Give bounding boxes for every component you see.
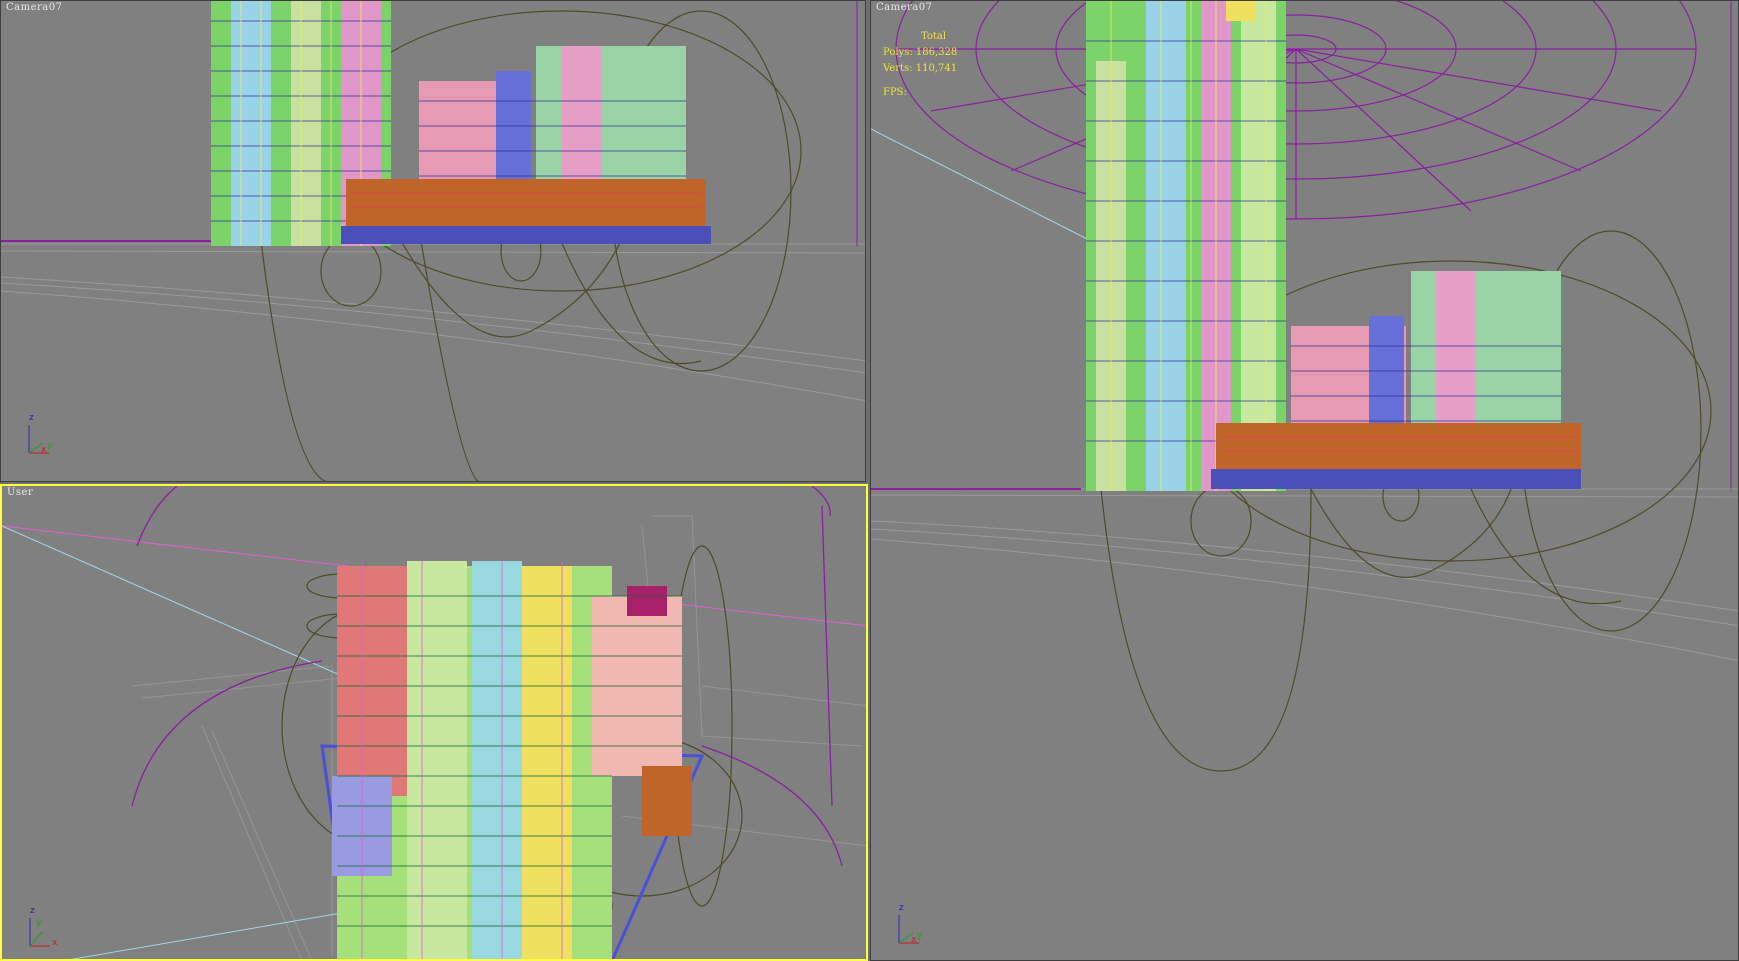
viewport-camera-right[interactable]: Camera07 Total Polys: 186,328 Verts: 110… — [870, 0, 1739, 961]
building-tower-left — [1086, 1, 1286, 491]
stats-polys-label: Polys: — [883, 47, 913, 58]
axis-y-label: y — [47, 441, 53, 451]
stats-total-label: Total — [921, 31, 947, 42]
stats-polys-value: 186,328 — [915, 47, 958, 58]
ground-lines — [871, 520, 1738, 662]
axis-z-label: z — [29, 413, 34, 423]
axis-x-label: x — [52, 938, 58, 948]
axis-x-label: x — [41, 445, 47, 455]
viewport-scene-wireframe — [2, 486, 866, 959]
axis-z-label: z — [899, 903, 904, 913]
building-cluster-mid — [341, 46, 711, 244]
viewport-scene-wireframe — [1, 1, 865, 481]
axis-z-label: z — [30, 906, 35, 916]
stats-verts-row: Verts: 110,741 — [883, 61, 957, 77]
stats-verts-label: Verts: — [883, 63, 913, 74]
viewport-label[interactable]: User — [7, 487, 33, 498]
axis-gizmo: z y x — [24, 906, 64, 950]
viewport-camera-top-left[interactable]: Camera07 z y x — [0, 0, 866, 482]
viewport-scene-wireframe — [871, 1, 1738, 772]
ground-lines — [1, 243, 865, 402]
axis-y-label: y — [36, 918, 42, 928]
stats-polys-row: Polys: 186,328 — [883, 45, 957, 61]
axis-y-label: y — [917, 931, 923, 941]
sky-dome-wireframe — [895, 1, 1697, 220]
viewport-label[interactable]: Camera07 — [6, 2, 62, 13]
axis-x-label: x — [911, 935, 917, 945]
viewport-label[interactable]: Camera07 — [876, 2, 932, 13]
axis-gizmo: z y x — [23, 413, 63, 457]
axis-gizmo: z y x — [893, 903, 933, 947]
stats-verts-value: 110,741 — [915, 63, 958, 74]
statistics-overlay: Total Polys: 186,328 Verts: 110,741 FPS: — [883, 29, 957, 101]
viewport-user-bottom-left[interactable]: User z y x — [0, 484, 868, 961]
stats-fps-label: FPS: — [883, 87, 907, 98]
